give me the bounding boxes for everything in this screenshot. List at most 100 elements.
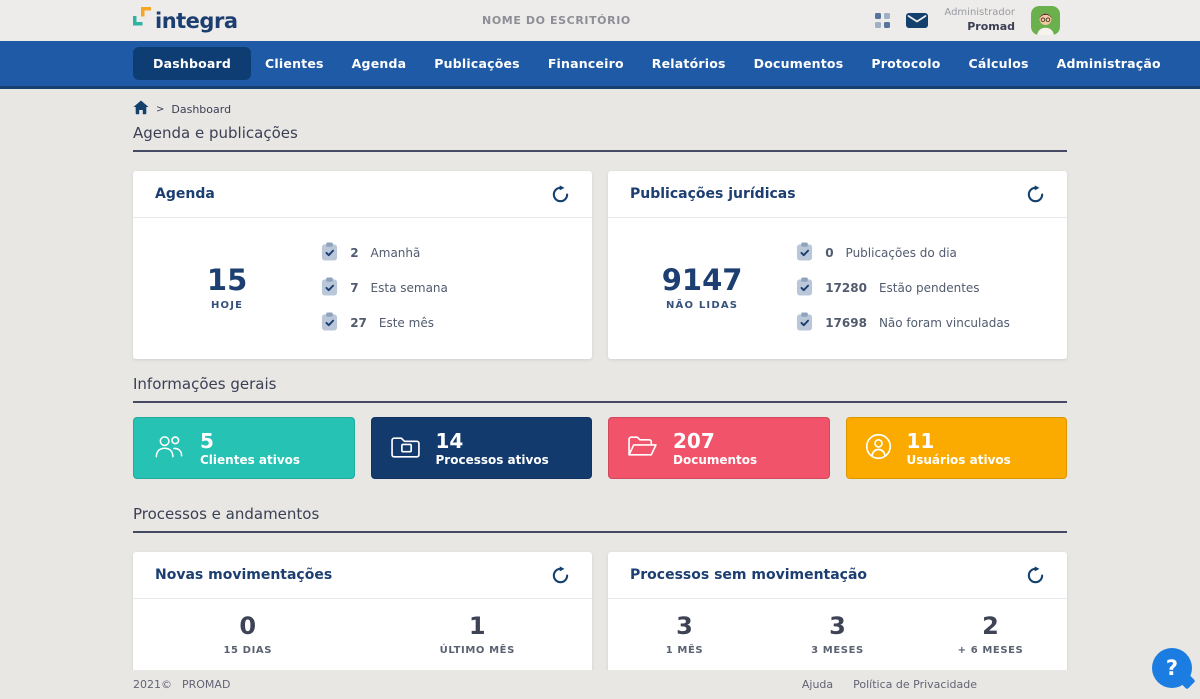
stat-label: Clientes ativos	[200, 453, 300, 467]
user-area: Administrador Promad	[875, 6, 1060, 35]
stat-column: 1 ÚLTIMO MÊS	[363, 612, 593, 656]
active-user-icon	[865, 433, 892, 464]
nav-item-calculos[interactable]: Cálculos	[955, 47, 1043, 80]
clients-icon	[152, 433, 185, 463]
publicacoes-main-label: NÃO LIDAS	[608, 300, 796, 311]
item-count: 17698	[825, 316, 867, 330]
stat-column: 0 15 DIAS	[133, 612, 363, 656]
agenda-publicacoes-row: Agenda 15 HOJE 2 Amanhã	[133, 171, 1067, 359]
clipboard-check-icon	[321, 242, 338, 264]
stat-card-clientes-ativos[interactable]: 5 Clientes ativos	[133, 417, 355, 479]
publicacoes-card-title: Publicações jurídicas	[630, 186, 796, 202]
agenda-card-title: Agenda	[155, 186, 215, 202]
item-label: Esta semana	[371, 281, 448, 295]
stat-column-label: 1 MÊS	[608, 645, 761, 656]
stat-column-value: 2	[914, 612, 1067, 640]
stat-card-processos-ativos[interactable]: 14 Processos ativos	[371, 417, 593, 479]
item-label: Este mês	[379, 316, 434, 330]
stat-column-label: ÚLTIMO MÊS	[363, 645, 593, 656]
main-content: > Dashboard Agenda e publicações Agenda …	[0, 100, 1200, 699]
apps-grid-icon[interactable]	[875, 13, 890, 28]
nav-item-protocolo[interactable]: Protocolo	[857, 47, 954, 80]
breadcrumb-current[interactable]: Dashboard	[171, 103, 231, 116]
user-info[interactable]: Administrador Promad	[944, 7, 1015, 33]
section-title-informacoes-gerais: Informações gerais	[133, 375, 1067, 403]
item-count: 7	[350, 281, 358, 295]
section-title-agenda-publicacoes: Agenda e publicações	[133, 124, 1067, 152]
stat-column-value: 3	[761, 612, 914, 640]
documents-icon	[627, 434, 658, 463]
processos-sem-movimentacao-title: Processos sem movimentação	[630, 567, 867, 583]
item-count: 2	[350, 246, 358, 260]
item-label: Amanhã	[371, 246, 421, 260]
footer-company: PROMAD	[182, 678, 230, 691]
integra-logo[interactable]: integra	[133, 7, 238, 35]
mail-icon[interactable]	[906, 13, 928, 28]
clipboard-check-icon	[796, 242, 813, 264]
publicacoes-main-stat: 9147 NÃO LIDAS	[608, 265, 796, 311]
office-name: NOME DO ESCRITÓRIO	[482, 14, 631, 27]
clipboard-check-icon	[796, 277, 813, 299]
publicacoes-card: Publicações jurídicas 9147 NÃO LIDAS	[608, 171, 1067, 359]
stat-card-documentos[interactable]: 207 Documentos	[608, 417, 830, 479]
nav-item-administracao[interactable]: Administração	[1043, 47, 1175, 80]
footer: 2021© PROMAD Ajuda Política de Privacida…	[0, 670, 1200, 699]
list-item[interactable]: 27 Este mês	[321, 312, 582, 334]
list-item[interactable]: 2 Amanhã	[321, 242, 582, 264]
item-count: 17280	[825, 281, 867, 295]
stat-value: 14	[436, 430, 549, 453]
stat-value: 5	[200, 430, 300, 453]
nav-item-dashboard[interactable]: Dashboard	[133, 47, 251, 80]
breadcrumb: > Dashboard	[133, 100, 1067, 118]
stat-label: Processos ativos	[436, 453, 549, 467]
stat-card-usuarios-ativos[interactable]: 11 Usuários ativos	[846, 417, 1068, 479]
stat-column-value: 3	[608, 612, 761, 640]
stat-column: 3 1 MÊS	[608, 612, 761, 656]
list-item[interactable]: 17698 Não foram vinculadas	[796, 312, 1057, 334]
processes-folder-icon	[390, 434, 421, 463]
list-item[interactable]: 0 Publicações do dia	[796, 242, 1057, 264]
clipboard-check-icon	[321, 277, 338, 299]
item-count: 0	[825, 246, 833, 260]
user-name: Promad	[944, 20, 1015, 34]
agenda-card: Agenda 15 HOJE 2 Amanhã	[133, 171, 592, 359]
refresh-icon[interactable]	[551, 566, 570, 585]
refresh-icon[interactable]	[1026, 566, 1045, 585]
stat-column-value: 1	[363, 612, 593, 640]
footer-link-privacidade[interactable]: Política de Privacidade	[853, 678, 977, 691]
item-label: Publicações do dia	[846, 246, 957, 260]
stat-label: Documentos	[673, 453, 757, 467]
refresh-icon[interactable]	[551, 185, 570, 204]
stat-column-label: 3 MESES	[761, 645, 914, 656]
logo-text: integra	[155, 11, 238, 32]
agenda-main-value: 15	[133, 265, 321, 297]
publicacoes-main-value: 9147	[608, 265, 796, 297]
user-role: Administrador	[944, 7, 1015, 20]
nav-item-documentos[interactable]: Documentos	[740, 47, 858, 80]
footer-link-ajuda[interactable]: Ajuda	[802, 678, 833, 691]
item-label: Não foram vinculadas	[879, 316, 1010, 330]
item-count: 27	[350, 316, 367, 330]
nav-item-agenda[interactable]: Agenda	[338, 47, 421, 80]
help-icon: ?	[1166, 656, 1178, 680]
nav-item-relatorios[interactable]: Relatórios	[638, 47, 740, 80]
stat-column: 3 3 MESES	[761, 612, 914, 656]
top-header: integra NOME DO ESCRITÓRIO Administrador…	[0, 0, 1200, 41]
stat-value: 11	[907, 430, 1011, 453]
nav-item-financeiro[interactable]: Financeiro	[534, 47, 638, 80]
home-icon[interactable]	[133, 100, 149, 118]
nav-item-clientes[interactable]: Clientes	[251, 47, 338, 80]
list-item[interactable]: 7 Esta semana	[321, 277, 582, 299]
agenda-main-label: HOJE	[133, 300, 321, 311]
stat-column-label: + 6 MESES	[914, 645, 1067, 656]
help-button[interactable]: ?	[1152, 648, 1192, 688]
nav-item-publicacoes[interactable]: Publicações	[420, 47, 534, 80]
item-label: Estão pendentes	[879, 281, 980, 295]
breadcrumb-separator: >	[156, 104, 164, 115]
refresh-icon[interactable]	[1026, 185, 1045, 204]
clipboard-check-icon	[321, 312, 338, 334]
general-stats-row: 5 Clientes ativos 14 Processos ativos	[133, 417, 1067, 479]
avatar[interactable]	[1031, 6, 1060, 35]
integra-logo-mark-icon	[133, 7, 153, 35]
list-item[interactable]: 17280 Estão pendentes	[796, 277, 1057, 299]
